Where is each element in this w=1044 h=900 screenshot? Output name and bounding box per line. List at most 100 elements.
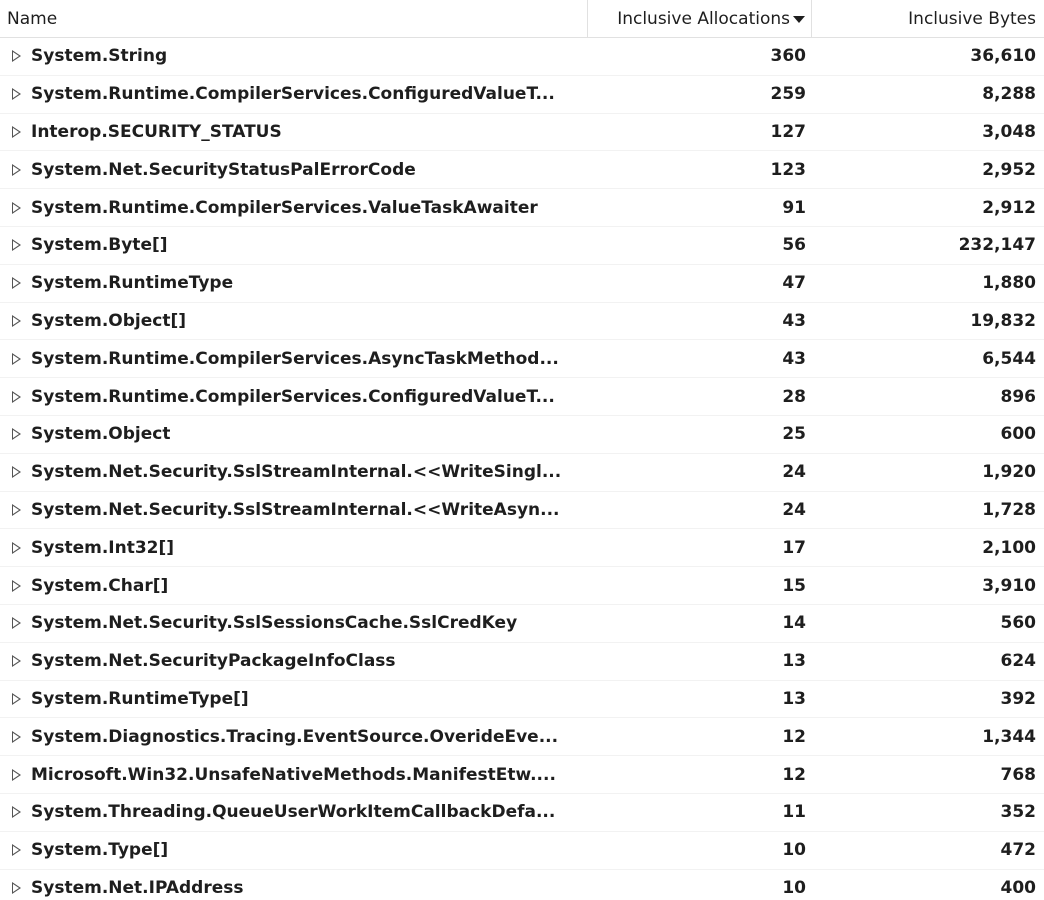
column-header-inclusive-allocations-label: Inclusive Allocations: [617, 8, 790, 29]
row-name-cell: System.Net.Security.SslStreamInternal.<<…: [0, 454, 588, 491]
type-name: System.String: [31, 46, 168, 67]
inclusive-allocations-value: 24: [782, 499, 806, 520]
type-name: System.Diagnostics.Tracing.EventSource.O…: [31, 726, 559, 747]
inclusive-bytes-value: 8,288: [982, 84, 1036, 105]
table-row[interactable]: System.Char[] 15 3,910: [0, 567, 1044, 605]
type-name: Microsoft.Win32.UnsafeNativeMethods.Mani…: [31, 764, 556, 785]
inclusive-bytes-value: 896: [1000, 386, 1037, 407]
type-name: System.Runtime.CompilerServices.Configur…: [31, 386, 555, 407]
inclusive-bytes-value: 232,147: [958, 235, 1036, 256]
row-name-cell: System.Runtime.CompilerServices.Configur…: [0, 378, 588, 415]
table-row[interactable]: System.Net.Security.SslStreamInternal.<<…: [0, 454, 1044, 492]
expand-triangle-icon[interactable]: [12, 239, 21, 252]
table-row[interactable]: Interop.SECURITY_STATUS 127 3,048: [0, 114, 1044, 152]
table-row[interactable]: System.Object 25 600: [0, 416, 1044, 454]
inclusive-allocations-value: 127: [770, 121, 807, 142]
inclusive-bytes-value: 768: [1000, 764, 1037, 785]
table-row[interactable]: System.Diagnostics.Tracing.EventSource.O…: [0, 718, 1044, 757]
type-name: System.Net.SecurityPackageInfoClass: [31, 651, 396, 672]
inclusive-bytes-value: 1,728: [982, 499, 1036, 520]
table-row[interactable]: System.Int32[] 17 2,100: [0, 529, 1044, 568]
expand-triangle-icon[interactable]: [12, 352, 21, 365]
inclusive-allocations-value: 56: [782, 235, 806, 256]
type-name: System.RuntimeType: [31, 273, 234, 294]
table-row[interactable]: System.Runtime.CompilerServices.ValueTas…: [0, 189, 1044, 227]
inclusive-allocations-value: 17: [782, 537, 806, 558]
type-name: System.Threading.QueueUserWorkItemCallba…: [31, 802, 556, 823]
expand-triangle-icon[interactable]: [12, 806, 21, 819]
expand-triangle-icon[interactable]: [12, 277, 21, 290]
expand-triangle-icon[interactable]: [12, 768, 21, 781]
inclusive-allocations-value: 360: [770, 46, 807, 67]
table-row[interactable]: System.Net.SecurityStatusPalErrorCode 123…: [0, 151, 1044, 190]
table-row[interactable]: System.Net.Security.SslSessionsCache.Ssl…: [0, 605, 1044, 643]
table-row[interactable]: System.Type[] 10 472: [0, 832, 1044, 870]
expand-triangle-icon[interactable]: [12, 503, 21, 516]
expand-triangle-icon[interactable]: [12, 163, 21, 176]
inclusive-bytes-value: 6,544: [982, 348, 1036, 369]
expand-triangle-icon[interactable]: [12, 390, 21, 403]
inclusive-bytes-value: 400: [1000, 877, 1037, 898]
expand-triangle-icon[interactable]: [12, 201, 21, 214]
expand-triangle-icon[interactable]: [12, 88, 21, 101]
table-row[interactable]: System.Net.SecurityPackageInfoClass 13 624: [0, 643, 1044, 681]
column-header-row: Name Inclusive Allocations Inclusive Byt…: [0, 0, 1044, 38]
inclusive-bytes-value: 624: [1000, 651, 1037, 672]
inclusive-allocations-value: 24: [782, 462, 806, 483]
table-body: System.String 360 36,610 System.Runtime.Com…: [0, 38, 1044, 900]
expand-triangle-icon[interactable]: [12, 692, 21, 705]
table-row[interactable]: System.Runtime.CompilerServices.Configur…: [0, 76, 1044, 114]
row-name-cell: System.Type[]: [0, 832, 588, 869]
table-row[interactable]: System.RuntimeType 47 1,880: [0, 265, 1044, 303]
table-row[interactable]: System.Net.Security.SslStreamInternal.<<…: [0, 492, 1044, 530]
inclusive-bytes-value: 1,880: [982, 273, 1036, 294]
expand-triangle-icon[interactable]: [12, 655, 21, 668]
expand-triangle-icon[interactable]: [12, 844, 21, 857]
column-header-name[interactable]: Name: [0, 0, 588, 37]
inclusive-allocations-value: 11: [782, 802, 806, 823]
expand-triangle-icon[interactable]: [12, 579, 21, 592]
table-row[interactable]: System.Runtime.CompilerServices.AsyncTas…: [0, 340, 1044, 379]
row-name-cell: System.Net.Security.SslSessionsCache.Ssl…: [0, 605, 588, 642]
column-header-inclusive-bytes[interactable]: Inclusive Bytes: [812, 0, 1044, 37]
expand-triangle-icon[interactable]: [12, 617, 21, 630]
row-name-cell: System.String: [0, 38, 588, 75]
inclusive-bytes-value: 36,610: [970, 46, 1036, 67]
table-row[interactable]: System.Object[] 43 19,832: [0, 303, 1044, 341]
expand-triangle-icon[interactable]: [12, 730, 21, 743]
row-name-cell: System.Runtime.CompilerServices.Configur…: [0, 76, 588, 113]
inclusive-bytes-value: 19,832: [970, 310, 1036, 331]
row-name-cell: System.Net.SecurityPackageInfoClass: [0, 643, 588, 680]
table-row[interactable]: Microsoft.Win32.UnsafeNativeMethods.Mani…: [0, 756, 1044, 794]
table-row[interactable]: System.Threading.QueueUserWorkItemCallba…: [0, 794, 1044, 832]
table-row[interactable]: System.Byte[] 56 232,147: [0, 227, 1044, 265]
expand-triangle-icon[interactable]: [12, 881, 21, 894]
column-header-inclusive-bytes-label: Inclusive Bytes: [908, 8, 1036, 29]
type-name: System.RuntimeType[]: [31, 688, 249, 709]
inclusive-allocations-value: 13: [782, 651, 806, 672]
expand-triangle-icon[interactable]: [12, 50, 21, 63]
table-row[interactable]: System.RuntimeType[] 13 392: [0, 681, 1044, 719]
table-row[interactable]: System.String 360 36,610: [0, 38, 1044, 76]
expand-triangle-icon[interactable]: [12, 428, 21, 441]
inclusive-bytes-value: 2,952: [982, 159, 1036, 180]
inclusive-bytes-value: 352: [1000, 802, 1037, 823]
row-name-cell: System.Diagnostics.Tracing.EventSource.O…: [0, 718, 588, 755]
type-name: System.Net.Security.SslSessionsCache.Ssl…: [31, 613, 518, 634]
type-name: System.Runtime.CompilerServices.AsyncTas…: [31, 348, 559, 369]
row-name-cell: System.Char[]: [0, 567, 588, 604]
inclusive-bytes-value: 472: [1000, 840, 1037, 861]
type-name: System.Net.SecurityStatusPalErrorCode: [31, 159, 416, 180]
inclusive-allocations-value: 13: [782, 688, 806, 709]
inclusive-allocations-value: 43: [782, 310, 806, 331]
expand-triangle-icon[interactable]: [12, 466, 21, 479]
expand-triangle-icon[interactable]: [12, 541, 21, 554]
table-row[interactable]: System.Runtime.CompilerServices.Configur…: [0, 378, 1044, 416]
column-header-inclusive-allocations[interactable]: Inclusive Allocations: [588, 0, 812, 37]
inclusive-bytes-value: 1,920: [982, 462, 1036, 483]
table-row[interactable]: System.Net.IPAddress 10 400: [0, 870, 1044, 900]
type-name: System.Runtime.CompilerServices.ValueTas…: [31, 197, 538, 218]
expand-triangle-icon[interactable]: [12, 125, 21, 138]
expand-triangle-icon[interactable]: [12, 314, 21, 327]
inclusive-allocations-value: 15: [782, 575, 806, 596]
